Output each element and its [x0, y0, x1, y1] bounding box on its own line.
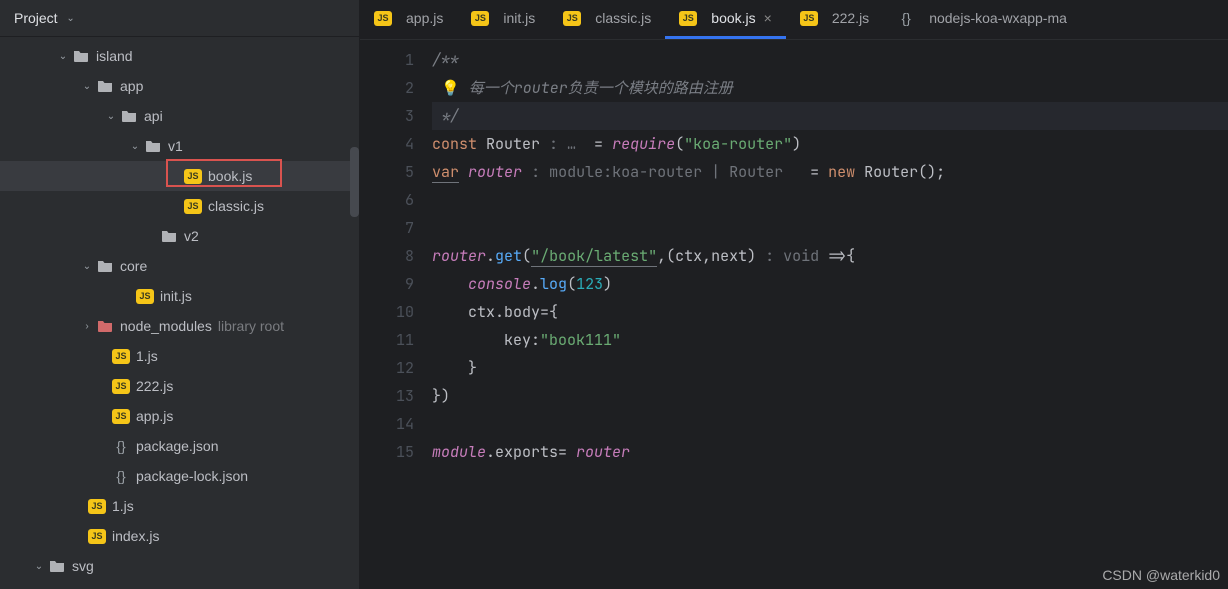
code-line[interactable]: module.exports= router	[432, 438, 1228, 466]
tree-item-label: core	[120, 258, 147, 274]
line-number: 5	[360, 158, 414, 186]
tree-item-app-js[interactable]: JSapp.js	[0, 401, 359, 431]
tree-item-suffix: library root	[218, 318, 284, 334]
code-line[interactable]: }	[432, 354, 1228, 382]
tree-item-package-lock-json[interactable]: {}package-lock.json	[0, 461, 359, 491]
tab-init-js[interactable]: JSinit.js	[457, 0, 549, 39]
code-line[interactable]: /**	[432, 46, 1228, 74]
tab-app-js[interactable]: JSapp.js	[360, 0, 457, 39]
code-line[interactable]: ctx.body={	[432, 298, 1228, 326]
line-number: 15	[360, 438, 414, 466]
tree-item-label: app.js	[136, 408, 173, 424]
tab-book-js[interactable]: JSbook.js×	[665, 0, 786, 39]
tree-item-label: 222.js	[136, 378, 173, 394]
code-line[interactable]: router.get("/book/latest",(ctx,next) : v…	[432, 242, 1228, 270]
tree-item-classic-js[interactable]: JSclassic.js	[0, 191, 359, 221]
project-sidebar: Project ⌄ ⌄island⌄app⌄api⌄v1JSbook.jsJSc…	[0, 0, 360, 589]
line-number: 3	[360, 102, 414, 130]
tree-item-label: index.js	[112, 528, 159, 544]
code-line[interactable]: })	[432, 382, 1228, 410]
line-number: 9	[360, 270, 414, 298]
code-editor[interactable]: 123456789101112131415 /** 💡 每一个router负责一…	[360, 40, 1228, 589]
line-number: 10	[360, 298, 414, 326]
tree-item-label: 1.js	[136, 348, 158, 364]
editor-pane: JSapp.jsJSinit.jsJSclassic.jsJSbook.js×J…	[360, 0, 1228, 589]
editor-tabs: JSapp.jsJSinit.jsJSclassic.jsJSbook.js×J…	[360, 0, 1228, 40]
tree-item-label: book.js	[208, 168, 252, 184]
line-number: 2	[360, 74, 414, 102]
code-line[interactable]: 💡 每一个router负责一个模块的路由注册	[432, 74, 1228, 102]
sidebar-header[interactable]: Project ⌄	[0, 0, 359, 37]
tree-item-v1[interactable]: ⌄v1	[0, 131, 359, 161]
tree-item-init-js[interactable]: JSinit.js	[0, 281, 359, 311]
tree-item-1-js[interactable]: JS1.js	[0, 341, 359, 371]
tree-item-label: app	[120, 78, 143, 94]
tree-item-label: api	[144, 108, 163, 124]
line-number: 11	[360, 326, 414, 354]
file-tree: ⌄island⌄app⌄api⌄v1JSbook.jsJSclassic.js v…	[0, 37, 359, 589]
line-number: 14	[360, 410, 414, 438]
tab-label: nodejs-koa-wxapp-ma	[929, 10, 1067, 26]
tree-item-label: classic.js	[208, 198, 264, 214]
tree-item-222-js[interactable]: JS222.js	[0, 371, 359, 401]
tree-item-svg[interactable]: ⌄svg	[0, 551, 359, 581]
code-line[interactable]	[432, 186, 1228, 214]
tree-item-island[interactable]: ⌄island	[0, 41, 359, 71]
tab-label: book.js	[711, 10, 755, 26]
tree-item-label: node_modules	[120, 318, 212, 334]
scrollbar[interactable]	[350, 147, 359, 217]
line-number: 13	[360, 382, 414, 410]
tree-item-label: island	[96, 48, 133, 64]
tree-item-label: 1.js	[112, 498, 134, 514]
tab-nodejs-koa-wxapp-ma[interactable]: {}nodejs-koa-wxapp-ma	[883, 0, 1081, 39]
tree-item-label: svg	[72, 558, 94, 574]
project-title: Project	[14, 10, 58, 26]
code-line[interactable]: const Router : … = require("koa-router")	[432, 130, 1228, 158]
tab-classic-js[interactable]: JSclassic.js	[549, 0, 665, 39]
code-content[interactable]: /** 💡 每一个router负责一个模块的路由注册 */const Route…	[432, 40, 1228, 589]
tree-item-v2[interactable]: v2	[0, 221, 359, 251]
tree-item-core[interactable]: ⌄core	[0, 251, 359, 281]
tree-item-book-js[interactable]: JSbook.js	[0, 161, 359, 191]
code-line[interactable]: key:"book111"	[432, 326, 1228, 354]
tree-item-label: package-lock.json	[136, 468, 248, 484]
tab-222-js[interactable]: JS222.js	[786, 0, 883, 39]
close-icon[interactable]: ×	[764, 10, 772, 26]
tree-item-node_modules[interactable]: ›node_moduleslibrary root	[0, 311, 359, 341]
tab-label: init.js	[503, 10, 535, 26]
tree-item-api[interactable]: ⌄api	[0, 101, 359, 131]
line-number: 8	[360, 242, 414, 270]
code-line[interactable]	[432, 410, 1228, 438]
code-line[interactable]: */	[432, 102, 1228, 130]
line-number: 7	[360, 214, 414, 242]
code-line[interactable]: var router : module:koa-router | Router …	[432, 158, 1228, 186]
tree-item-app[interactable]: ⌄app	[0, 71, 359, 101]
line-number: 12	[360, 354, 414, 382]
tree-item-label: v2	[184, 228, 199, 244]
chevron-down-icon: ⌄	[64, 13, 78, 24]
line-number: 6	[360, 186, 414, 214]
line-number: 1	[360, 46, 414, 74]
code-line[interactable]	[432, 214, 1228, 242]
tab-label: app.js	[406, 10, 443, 26]
tree-item-label: init.js	[160, 288, 192, 304]
code-line[interactable]: console.log(123)	[432, 270, 1228, 298]
tree-item-label: package.json	[136, 438, 219, 454]
tab-label: 222.js	[832, 10, 869, 26]
tree-item-label: v1	[168, 138, 183, 154]
line-gutter: 123456789101112131415	[360, 40, 432, 589]
tree-item-package-json[interactable]: {}package.json	[0, 431, 359, 461]
tab-label: classic.js	[595, 10, 651, 26]
watermark: CSDN @waterkid0	[1102, 567, 1220, 583]
line-number: 4	[360, 130, 414, 158]
tree-item-1-js[interactable]: JS1.js	[0, 491, 359, 521]
tree-item-index-js[interactable]: JSindex.js	[0, 521, 359, 551]
